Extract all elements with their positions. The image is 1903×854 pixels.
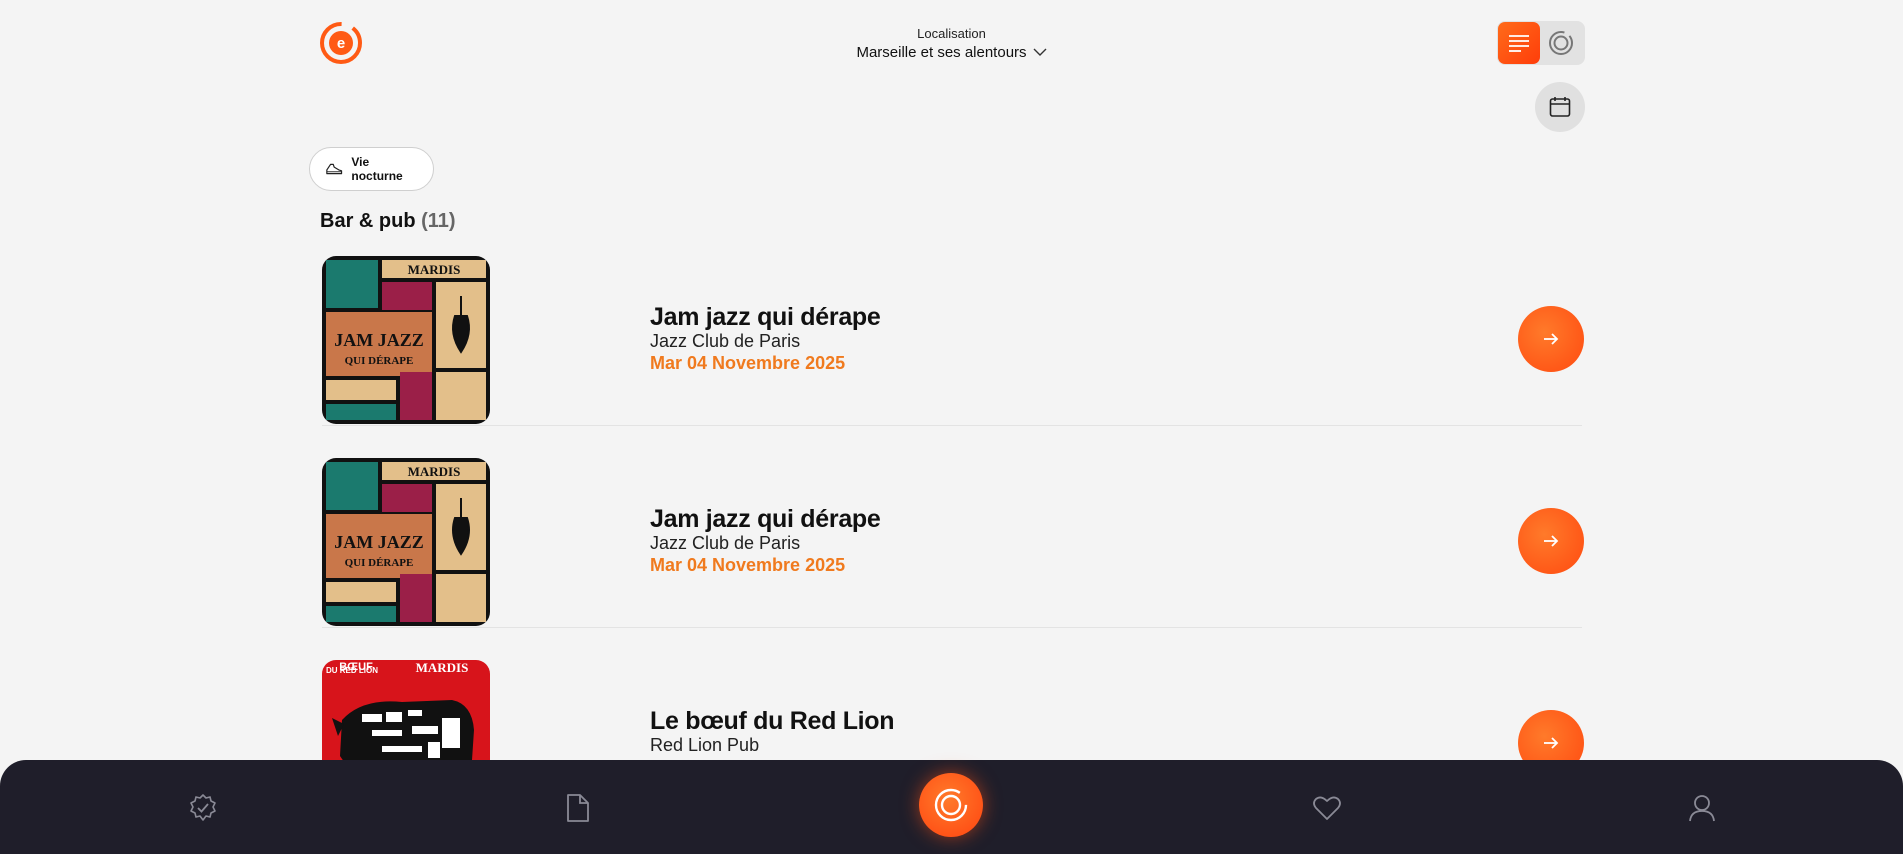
event-venue: Jazz Club de Paris (650, 533, 801, 553)
arrow-right-icon (1544, 737, 1559, 749)
event-date: Mar 04 Novembre 2025 (650, 555, 846, 575)
poster-main-text: JAM JAZZ (334, 330, 424, 350)
chevron-down-icon (1033, 48, 1047, 56)
chip-label: Vie nocturne (351, 155, 403, 183)
event-poster: MARDIS JAM JAZZ QUI DÉRAPE (322, 256, 490, 424)
section-title: Bar & pub (11) (320, 210, 456, 233)
list-item[interactable]: MARDIS JAM JAZZ QUI DÉRAPE Jam jazz qui … (320, 256, 1584, 426)
nav-explore[interactable] (919, 773, 983, 837)
shoe-icon (326, 163, 343, 175)
nav-profile[interactable] (1684, 790, 1720, 826)
event-info: Jam jazz qui dérape Jazz Club de Paris M… (650, 304, 881, 374)
arrow-right-icon (1544, 535, 1559, 547)
calendar-button[interactable] (1535, 82, 1585, 132)
filter-chip-vie-nocturne[interactable]: Vie nocturne (309, 147, 434, 191)
poster-main-text: JAM JAZZ (334, 532, 424, 552)
poster-top-text: MARDIS (408, 262, 461, 277)
radar-view-icon (1549, 31, 1573, 55)
section-name: Bar & pub (320, 210, 416, 232)
event-venue: Red Lion Pub (650, 735, 760, 755)
page: e Localisation Marseille et ses alentour… (0, 0, 1903, 854)
divider (322, 425, 1582, 426)
poster-sub-text: DU RED LION (326, 666, 378, 675)
event-title[interactable]: Le bœuf du Red Lion (650, 708, 895, 734)
arrow-right-icon (1544, 333, 1559, 345)
event-info: Le bœuf du Red Lion Red Lion Pub (650, 708, 895, 756)
poster-top-text: MARDIS (408, 464, 461, 479)
event-info: Jam jazz qui dérape Jazz Club de Paris M… (650, 506, 881, 576)
location-selector[interactable]: Localisation Marseille et ses alentours (0, 26, 1903, 62)
event-title[interactable]: Jam jazz qui dérape (650, 506, 881, 532)
poster-sub-text: QUI DÉRAPE (345, 557, 414, 569)
nav-verified[interactable] (185, 790, 221, 826)
view-toggle (1497, 21, 1585, 65)
heart-icon (1313, 796, 1341, 820)
badge-check-icon (190, 794, 216, 821)
event-venue: Jazz Club de Paris (650, 331, 801, 351)
event-date: Mar 04 Novembre 2025 (650, 353, 846, 373)
poster-sub-text: QUI DÉRAPE (345, 355, 414, 367)
open-event-button[interactable] (1518, 306, 1584, 372)
list-item[interactable]: MARDIS JAM JAZZ QUI DÉRAPE Jam jazz qui … (320, 458, 1584, 628)
radar-icon (934, 788, 968, 822)
open-event-button[interactable] (1518, 508, 1584, 574)
list-view-button[interactable] (1498, 22, 1540, 64)
section-count: (11) (421, 210, 456, 232)
event-title[interactable]: Jam jazz qui dérape (650, 304, 881, 330)
location-dropdown[interactable]: Marseille et ses alentours (856, 44, 1047, 61)
nav-favorites[interactable] (1309, 790, 1345, 826)
location-label: Localisation (917, 26, 986, 41)
list-view-icon (1509, 35, 1529, 52)
calendar-icon (1549, 97, 1571, 117)
event-poster: MARDIS JAM JAZZ QUI DÉRAPE (322, 458, 490, 626)
document-icon (567, 794, 589, 822)
location-value: Marseille et ses alentours (856, 44, 1027, 61)
bottom-nav (0, 760, 1903, 854)
user-icon (1689, 795, 1715, 822)
nav-documents[interactable] (560, 790, 596, 826)
map-view-button[interactable] (1540, 22, 1582, 64)
divider (322, 627, 1582, 628)
poster-top-text: MARDIS (416, 660, 469, 675)
